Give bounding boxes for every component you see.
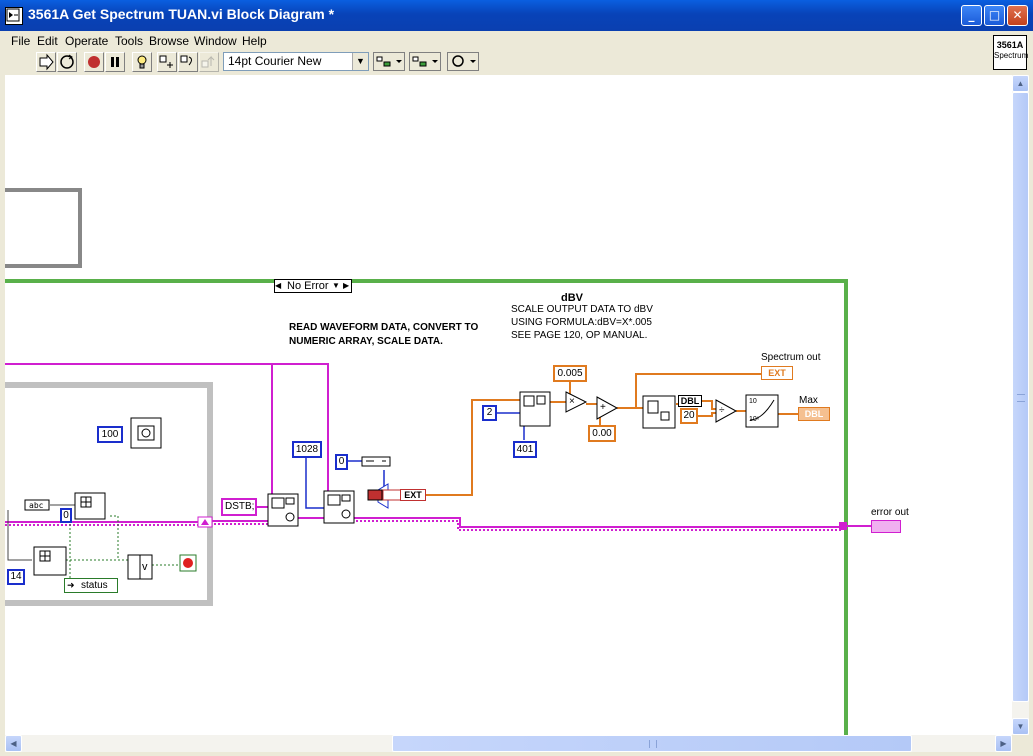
step-over-icon[interactable] — [178, 52, 198, 72]
minimize-button[interactable]: _ — [961, 5, 982, 26]
index-constant[interactable]: 0 — [60, 508, 72, 523]
scale-factor-constant[interactable]: 0.005 — [553, 365, 587, 382]
vi-icon[interactable]: 3561A Spectrum — [993, 35, 1029, 70]
chevron-down-icon: ▼ — [332, 281, 340, 290]
scroll-right-arrow[interactable]: ▶ — [995, 735, 1012, 752]
dbl-conversion[interactable]: DBL — [678, 395, 702, 407]
close-button[interactable]: ✕ — [1007, 5, 1028, 26]
window-title: 3561A Get Spectrum TUAN.vi Block Diagram… — [28, 6, 335, 22]
reshape-dim-constant[interactable]: 2 — [482, 405, 497, 421]
toolbar: 14pt Courier New ▼ ? — [0, 50, 990, 122]
vi-icon-line2: Spectrum — [994, 51, 1029, 60]
scroll-down-arrow[interactable]: ▼ — [1012, 718, 1029, 735]
step-into-icon[interactable] — [157, 52, 177, 72]
font-select-value: 14pt Courier New — [228, 54, 322, 68]
horizontal-scroll-thumb[interactable] — [392, 735, 912, 752]
application-window: 3561A Get Spectrum TUAN.vi Block Diagram… — [0, 0, 1033, 756]
divisor-constant[interactable]: 20 — [680, 408, 698, 424]
chevron-down-icon: ▼ — [352, 53, 368, 70]
step-out-icon[interactable] — [199, 52, 219, 72]
status-label: status — [81, 580, 108, 591]
case-selector-label: No Error — [287, 280, 329, 292]
case-increment-button[interactable]: ▶ — [343, 280, 349, 292]
menu-file[interactable]: File — [11, 34, 30, 48]
ext-conversion[interactable]: EXT — [400, 489, 426, 501]
abort-icon[interactable] — [84, 52, 104, 72]
case-decrement-button[interactable]: ◀ — [275, 280, 283, 292]
block-diagram-canvas[interactable]: abc ◀ No Error ▼ ▶ READ WAVEFORM DATA, C… — [5, 75, 1012, 735]
horizontal-scrollbar[interactable]: ◀ ▶ — [5, 735, 1012, 752]
arrow-right-icon: ➜ — [67, 580, 75, 590]
scroll-left-arrow[interactable]: ◀ — [5, 735, 22, 752]
byte-count-constant[interactable]: 1028 — [292, 441, 322, 458]
offset-double-constant[interactable]: 0.00 — [588, 425, 616, 442]
power-of-10-top: 10 — [749, 398, 757, 405]
menu-tools[interactable]: Tools — [115, 34, 143, 48]
menu-window[interactable]: Window — [194, 34, 237, 48]
comment-scale-output: SCALE OUTPUT DATA TO dBV USING FORMULA:d… — [511, 304, 653, 341]
distribute-objects-dropdown[interactable] — [409, 52, 441, 71]
comment-read-waveform: READ WAVEFORM DATA, CONVERT TO NUMERIC A… — [289, 322, 479, 347]
or-glyph: v — [142, 561, 148, 573]
case-selector[interactable]: ◀ No Error ▼ ▶ — [274, 279, 352, 293]
scroll-up-arrow[interactable]: ▲ — [1012, 75, 1029, 92]
menu-browse[interactable]: Browse — [149, 34, 189, 48]
command-string-constant[interactable]: DSTB; — [221, 498, 257, 516]
run-continuously-icon[interactable] — [57, 52, 77, 72]
pause-icon[interactable] — [105, 52, 125, 72]
max-indicator[interactable]: DBL — [798, 407, 830, 421]
spectrum-out-label: Spectrum out — [761, 352, 821, 363]
status-unbundle[interactable]: ➜ status — [64, 578, 118, 593]
error-out-label: error out — [871, 507, 909, 518]
scroll-grip-icon — [1016, 394, 1025, 402]
add-glyph: + — [600, 402, 606, 413]
wait-time-constant[interactable]: 100 — [97, 426, 123, 443]
align-objects-dropdown[interactable] — [373, 52, 405, 71]
highlight-execution-icon[interactable] — [132, 52, 152, 72]
spectrum-out-indicator[interactable]: EXT — [761, 366, 793, 380]
dbl-tag: DBL — [680, 396, 700, 406]
title-bar[interactable]: 3561A Get Spectrum TUAN.vi Block Diagram… — [0, 0, 1033, 31]
ext-tag: EXT — [404, 490, 422, 500]
reshape-size-constant[interactable]: 401 — [513, 441, 537, 458]
menu-bar: File Edit Operate Tools Browse Window He… — [0, 31, 990, 50]
reorder-dropdown[interactable] — [447, 52, 479, 71]
offset-constant[interactable]: 0 — [335, 454, 348, 470]
scroll-grip-icon — [649, 739, 657, 748]
vi-icon-line1: 3561A — [996, 40, 1024, 50]
array-size-constant[interactable]: 14 — [7, 569, 25, 585]
vertical-scrollbar[interactable]: ▲ ▼ — [1012, 75, 1029, 735]
vertical-scroll-thumb[interactable] — [1012, 92, 1029, 702]
menu-edit[interactable]: Edit — [37, 34, 58, 48]
block-diagram-icon — [5, 7, 23, 25]
error-out-indicator[interactable] — [871, 520, 901, 533]
resize-corner[interactable] — [1012, 735, 1029, 752]
font-select[interactable]: 14pt Courier New ▼ — [223, 52, 369, 71]
max-type: DBL — [804, 409, 824, 419]
menu-help[interactable]: Help — [242, 34, 267, 48]
power-of-10-bottom: 10ˣ — [749, 416, 760, 423]
menu-operate[interactable]: Operate — [65, 34, 108, 48]
maximize-button[interactable]: □ — [984, 5, 1005, 26]
multiply-glyph: × — [569, 396, 575, 407]
divide-glyph: ÷ — [719, 405, 725, 416]
max-label: Max — [799, 395, 818, 406]
spectrum-out-type: EXT — [768, 368, 786, 378]
run-arrow-icon[interactable] — [36, 52, 56, 72]
